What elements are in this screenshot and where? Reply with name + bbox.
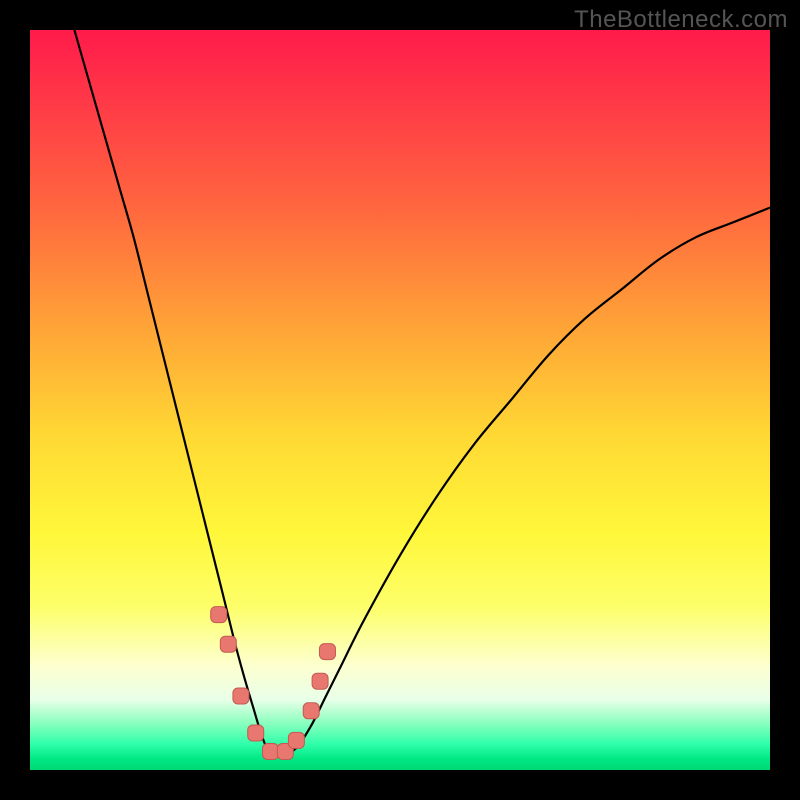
data-marker — [303, 703, 319, 719]
gradient-background — [30, 30, 770, 770]
data-marker — [211, 607, 227, 623]
data-marker — [263, 744, 279, 760]
data-marker — [233, 688, 249, 704]
data-marker — [288, 732, 304, 748]
data-marker — [248, 725, 264, 741]
data-marker — [220, 636, 236, 652]
watermark-text: TheBottleneck.com — [574, 6, 788, 34]
bottleneck-chart — [30, 30, 770, 770]
data-marker — [312, 673, 328, 689]
chart-frame: TheBottleneck.com — [0, 0, 800, 800]
data-marker — [319, 644, 335, 660]
plot-area — [30, 30, 770, 770]
